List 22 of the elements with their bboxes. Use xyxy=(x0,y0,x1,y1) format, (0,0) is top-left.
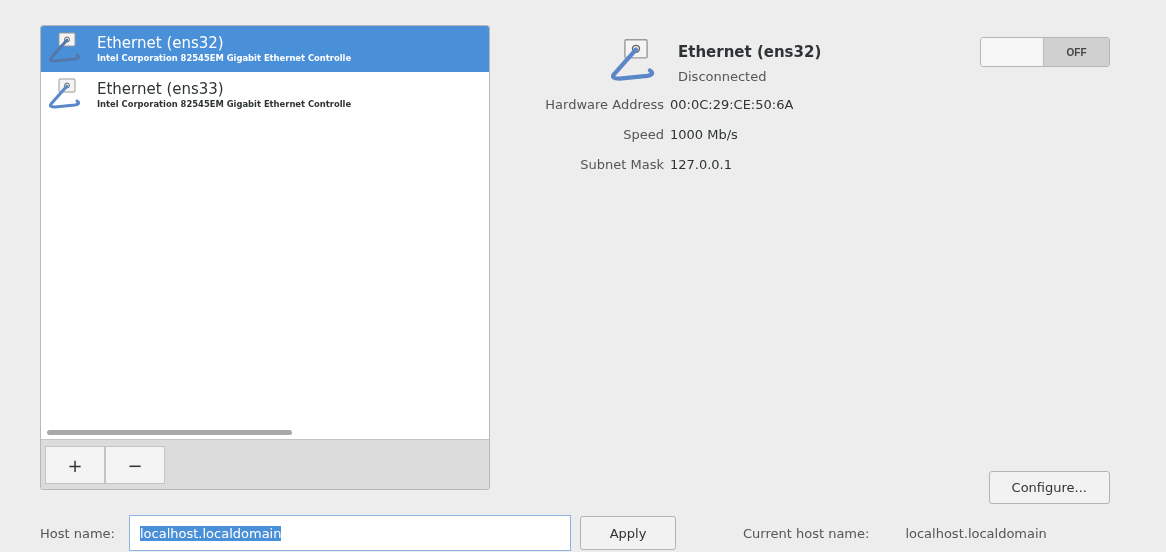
property-value: 00:0C:29:CE:50:6A xyxy=(670,97,794,112)
device-title: Ethernet (ens32) xyxy=(678,43,822,61)
connection-status: Disconnected xyxy=(678,69,768,84)
power-switch[interactable]: OFF xyxy=(980,37,1110,67)
property-label: Subnet Mask xyxy=(579,157,664,172)
remove-button[interactable]: − xyxy=(105,446,165,484)
device-list-item[interactable]: Ethernet (ens33) Intel Corporation 82545EM Gigabit Ethernet Controlle xyxy=(41,72,489,118)
scrollbar[interactable] xyxy=(47,430,292,435)
configure-button[interactable]: Configure... xyxy=(988,471,1110,504)
current-host-name-value: localhost.localdomain xyxy=(905,525,1047,541)
add-button[interactable]: + xyxy=(45,446,105,484)
property-label: Speed xyxy=(622,127,664,142)
device-description: Intel Corporation 82545EM Gigabit Ethernet Controlle xyxy=(97,98,352,110)
property-value: 1000 Mb/s xyxy=(670,127,739,142)
current-host-name-label: Current host name: xyxy=(743,525,870,541)
device-name: Ethernet (ens32) xyxy=(97,34,225,52)
property-value: 127.0.0.1 xyxy=(670,157,734,172)
host-name-label: Host name: xyxy=(40,525,115,541)
apply-button[interactable]: Apply xyxy=(580,516,676,550)
device-name: Ethernet (ens33) xyxy=(97,80,225,98)
property-label: Hardware Address xyxy=(544,97,664,112)
device-description: Intel Corporation 82545EM Gigabit Ethernet Controlle xyxy=(97,52,352,64)
